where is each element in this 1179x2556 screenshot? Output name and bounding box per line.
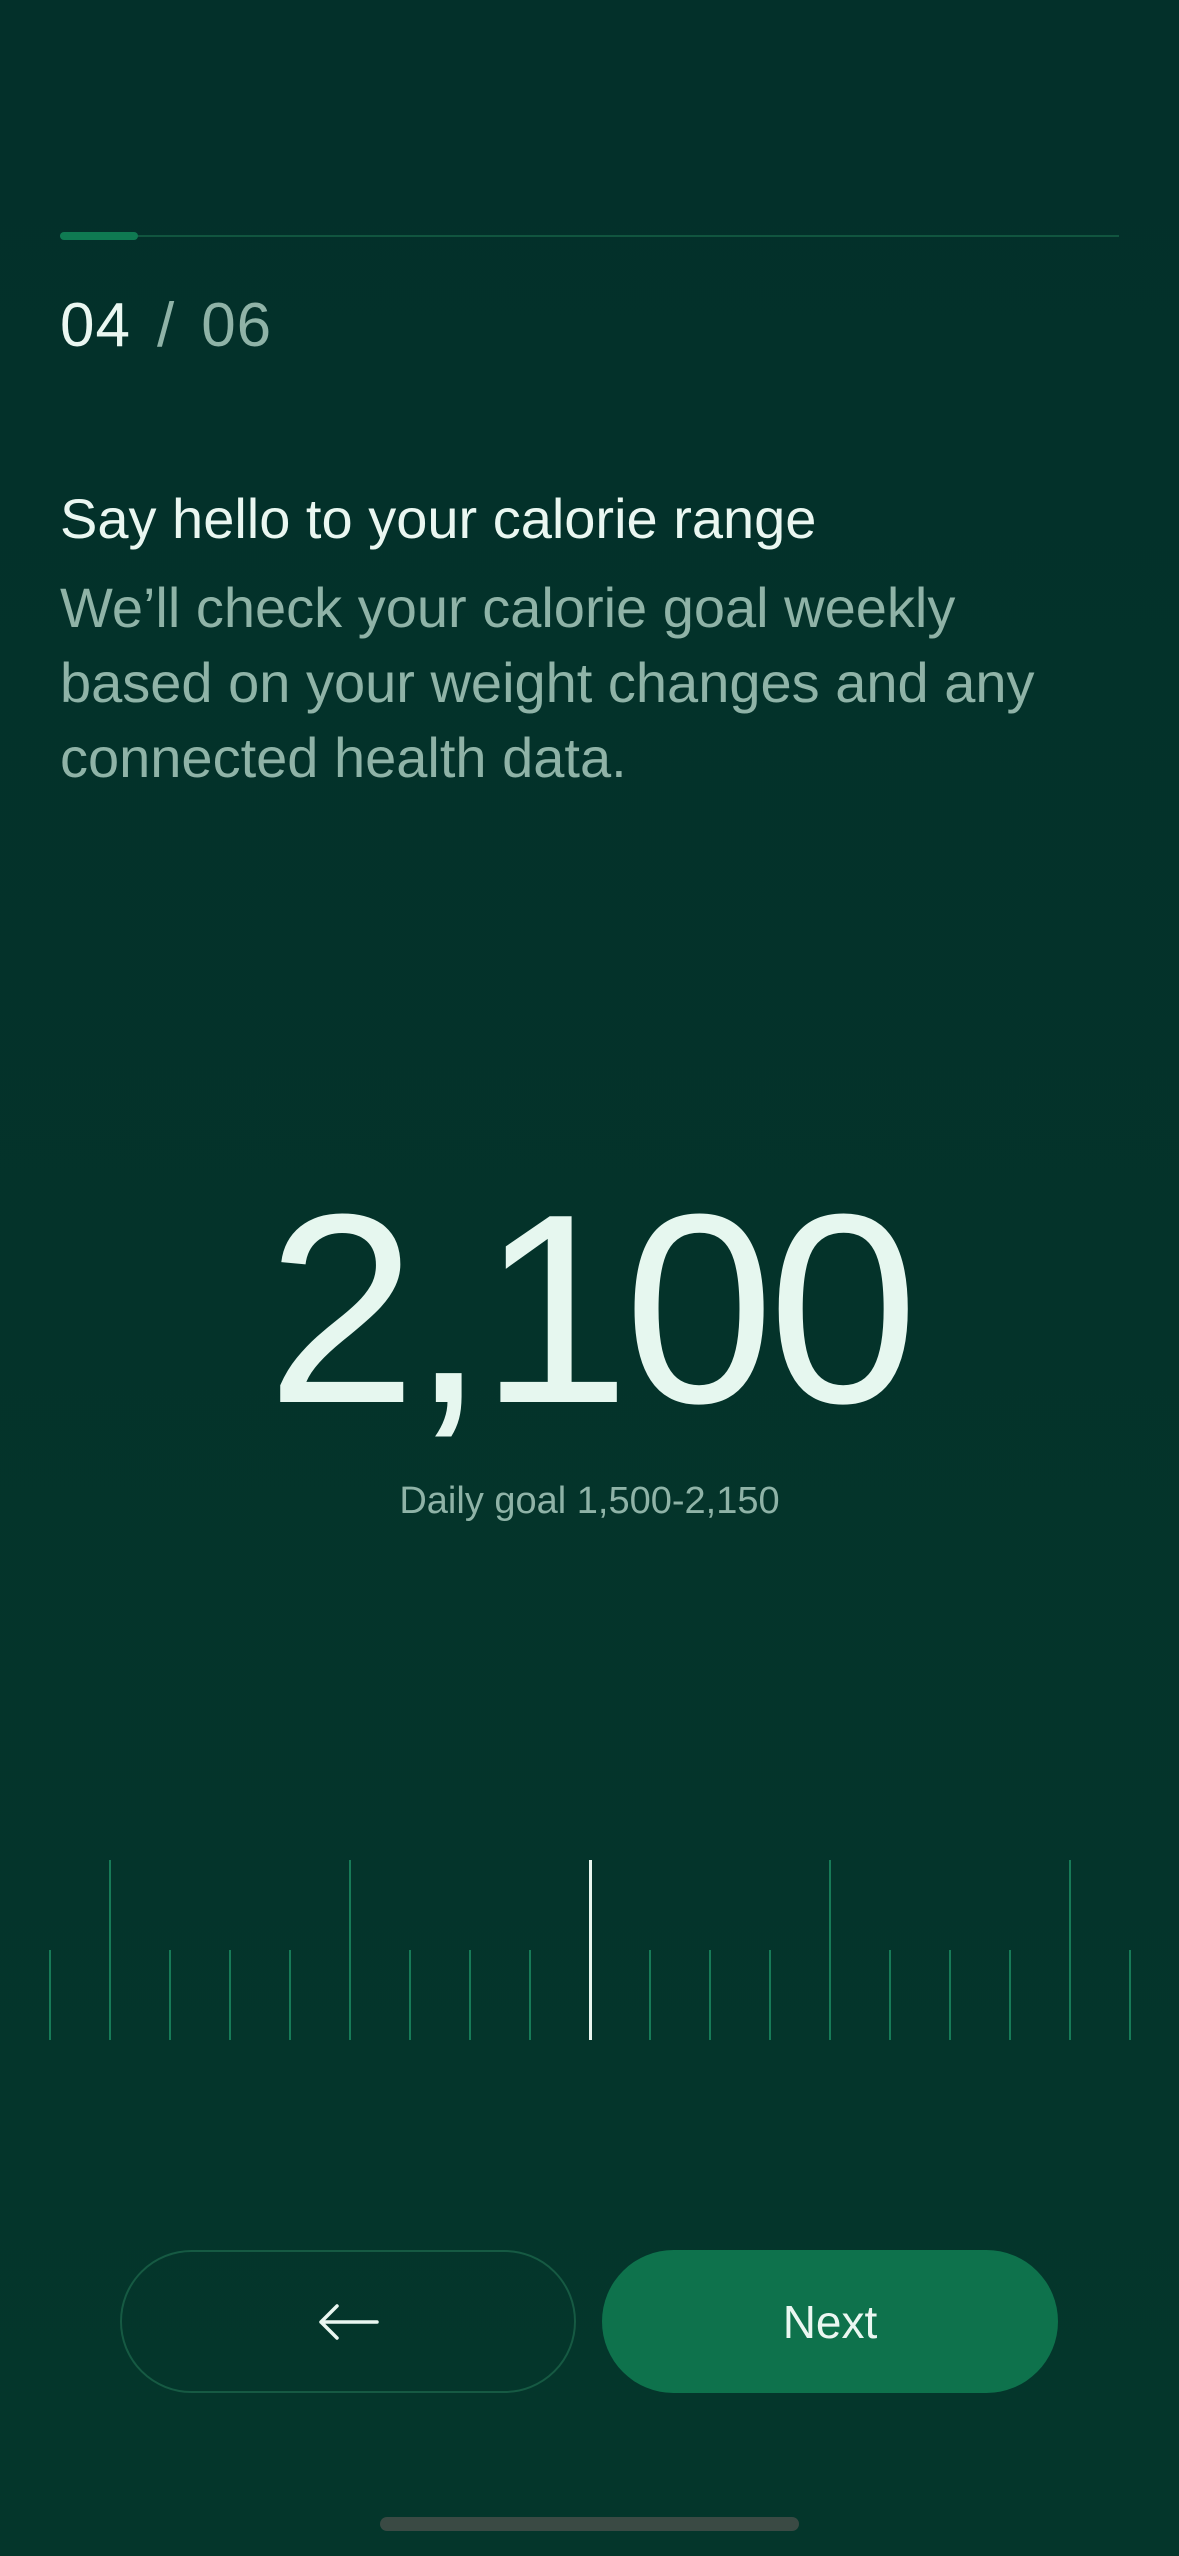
ruler-tick xyxy=(49,1950,51,2040)
ruler-tick xyxy=(109,1860,111,2040)
progress-bar-fill xyxy=(60,232,138,240)
ruler-tick xyxy=(649,1950,651,2040)
ruler-tick xyxy=(349,1860,351,2040)
calorie-value: 2,100 xyxy=(266,1159,919,1460)
page-description: We’ll check your calorie goal weekly bas… xyxy=(60,576,1035,789)
ruler-tick xyxy=(1069,1860,1071,2040)
home-indicator xyxy=(380,2517,799,2531)
ruler-tick xyxy=(289,1950,291,2040)
ruler-tick xyxy=(769,1950,771,2040)
ruler-tick xyxy=(709,1950,711,2040)
next-button[interactable]: Next xyxy=(602,2250,1058,2393)
ruler-tick xyxy=(829,1860,831,2040)
step-total: 06 xyxy=(201,291,273,360)
page-title: Say hello to your calorie range xyxy=(60,487,817,550)
onboarding-screen: 04 / 06 Say hello to your calorie range … xyxy=(0,0,1179,2556)
ruler-tick xyxy=(1129,1950,1131,2040)
step-separator: / xyxy=(156,291,176,360)
calorie-ruler-slider[interactable] xyxy=(0,1855,1179,2040)
step-current: 04 xyxy=(60,291,131,360)
ruler-tick xyxy=(889,1950,891,2040)
ruler-tick xyxy=(409,1950,411,2040)
ruler-tick xyxy=(1009,1950,1011,2040)
ruler-tick xyxy=(229,1950,231,2040)
ruler-selected-tick xyxy=(589,1860,592,2040)
ruler-tick xyxy=(169,1950,171,2040)
ruler-tick xyxy=(469,1950,471,2040)
step-counter: 04 / 06 xyxy=(60,290,272,361)
arrow-left-icon xyxy=(319,2303,379,2340)
goal-range-label: Daily goal 1,500-2,150 xyxy=(399,1480,780,1522)
ruler-tick xyxy=(949,1950,951,2040)
ruler-tick xyxy=(529,1950,531,2040)
progress-bar xyxy=(60,232,1119,240)
back-button[interactable] xyxy=(120,2250,576,2393)
